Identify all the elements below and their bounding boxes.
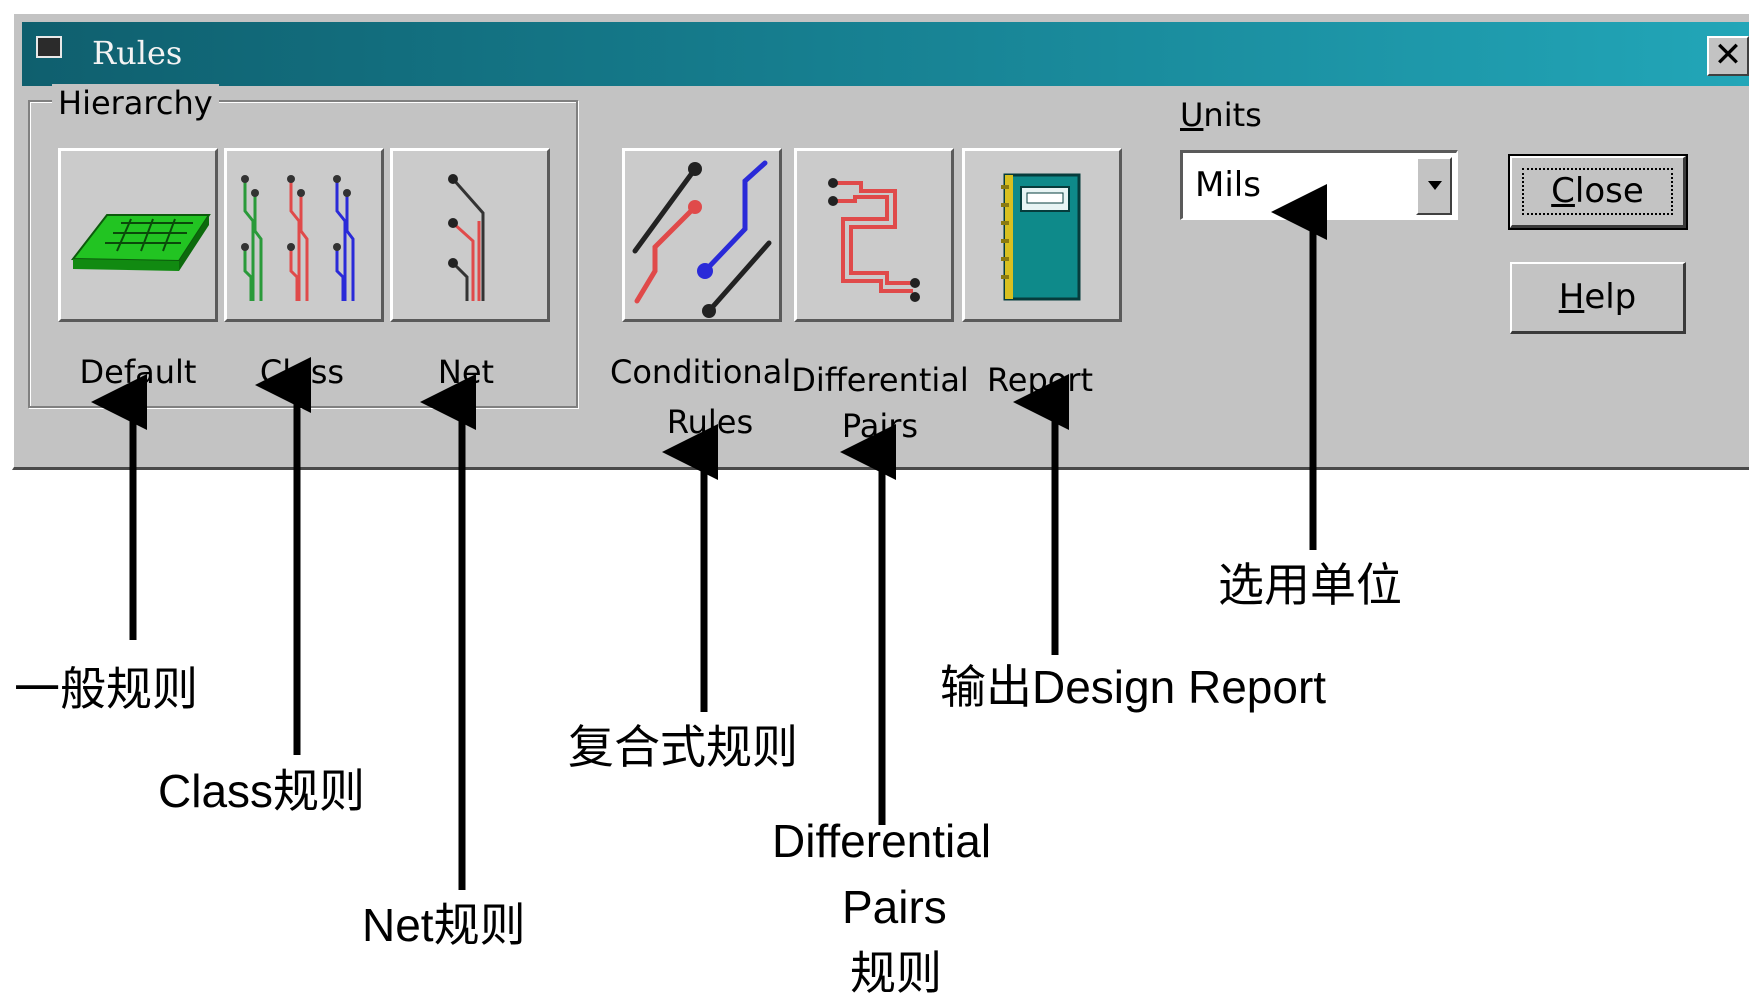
differential-label-line1: Differential [791,361,969,399]
units-select-value: Mils [1195,165,1261,205]
conditional-rules-icon [632,160,772,318]
app-window-icon[interactable] [36,36,62,58]
annotation-class: Class规则 [158,765,366,817]
window-title: Rules [92,34,183,72]
annotation-conditional: 复合式规则 [568,721,798,773]
differential-pairs-button[interactable] [794,148,954,322]
help-label-rest: elp [1584,277,1637,317]
default-rules-button[interactable] [58,148,218,322]
units-label-rest: nits [1203,96,1262,134]
board-icon [70,214,211,271]
conditional-label-line1: Conditional [610,353,792,391]
class-traces-icon [241,175,355,301]
chevron-down-icon[interactable] [1416,157,1452,215]
window-close-button[interactable]: ✕ [1707,36,1749,76]
default-label: Default [79,353,197,391]
report-button[interactable] [962,148,1122,322]
net-trace-icon [448,174,485,301]
help-button[interactable]: Help [1510,262,1686,334]
report-icon [1001,173,1081,301]
net-rules-button[interactable] [390,148,550,322]
annotation-differential-line2: Pairs [842,881,947,933]
net-label: Net [437,353,495,391]
differential-label-line2: Pairs [841,407,919,445]
conditional-label-line2: Rules [666,403,754,441]
class-rules-button[interactable] [224,148,384,322]
annotation-net: Net规则 [362,899,526,951]
annotation-default: 一般规则 [14,663,198,715]
hierarchy-label: Hierarchy [52,84,219,122]
close-button[interactable]: Close [1508,154,1688,230]
focus-rectangle [1522,168,1673,215]
annotation-differential-line1: Differential [772,815,992,867]
annotation-report: 输出Design Report [940,661,1327,713]
conditional-rules-button[interactable] [622,148,782,322]
units-label: Units [1180,96,1262,134]
help-mnemonic: H [1558,277,1585,317]
annotation-units: 选用单位 [1218,559,1402,611]
units-select[interactable]: Mils [1180,150,1458,220]
annotation-differential-line3: 规则 [850,947,942,999]
class-label: Class [259,353,345,391]
title-bar: Rules ✕ [22,22,1749,86]
units-label-mnemonic: U [1180,96,1204,134]
differential-pairs-icon [828,178,920,302]
report-label: Report [986,361,1094,399]
